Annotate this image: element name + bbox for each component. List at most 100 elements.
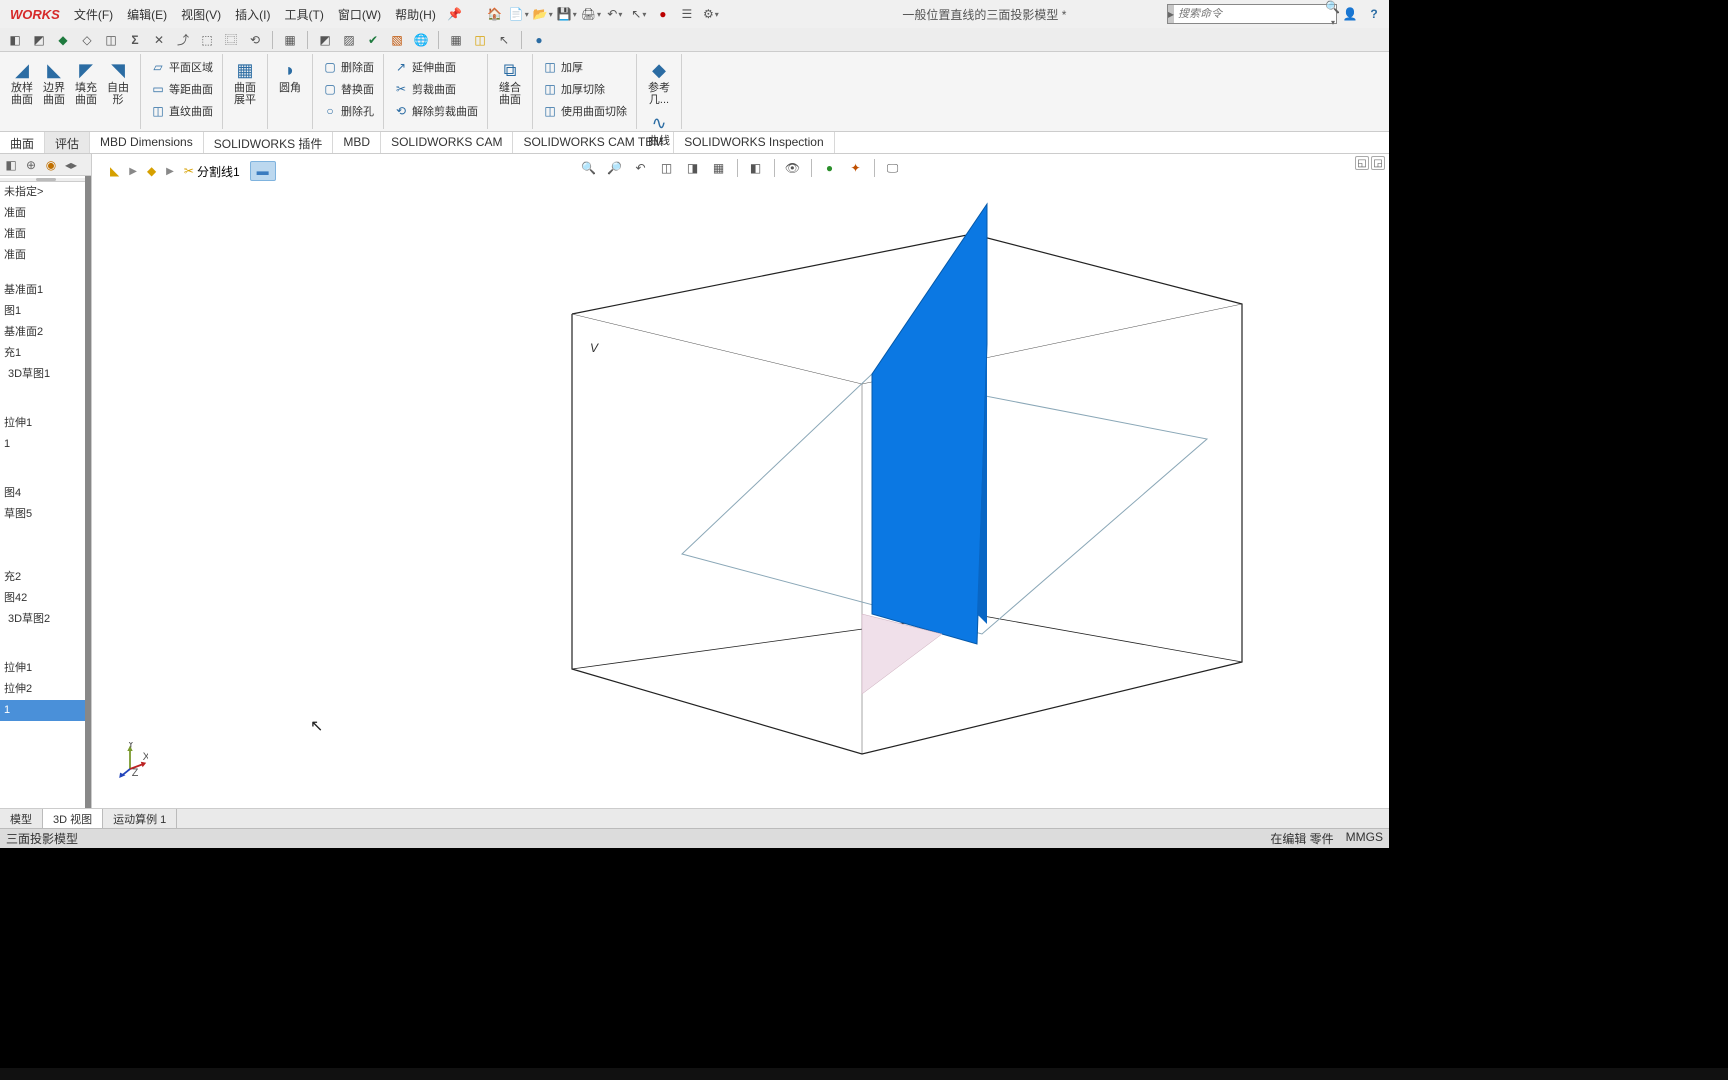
- section-view-icon[interactable]: ◫: [657, 158, 677, 178]
- new-icon[interactable]: 📄▾: [508, 3, 530, 25]
- extend-surface-button[interactable]: ↗延伸曲面: [390, 56, 481, 78]
- boundary-surface-button[interactable]: ◣边界曲面: [38, 56, 70, 108]
- tree-item[interactable]: 拉伸2: [0, 679, 91, 700]
- breadcrumb-seg[interactable]: ◆: [141, 162, 162, 180]
- menu-view[interactable]: 视图(V): [175, 2, 227, 27]
- tree-item[interactable]: 3D草图2: [0, 609, 91, 630]
- knit-surface-button[interactable]: ⧉缝合曲面: [494, 56, 526, 108]
- tab-sw-cam[interactable]: SOLIDWORKS CAM: [381, 132, 513, 153]
- reference-geometry-button[interactable]: ◆参考几...: [643, 56, 675, 108]
- tree-item[interactable]: 3D草图1: [0, 364, 91, 385]
- replace-face-button[interactable]: ▢替换面: [319, 78, 377, 100]
- qtb-icon-1[interactable]: ◧: [6, 31, 24, 49]
- qtb-icon-3[interactable]: ◆: [54, 31, 72, 49]
- selected-surface[interactable]: [872, 204, 987, 644]
- expand-right-icon[interactable]: ◲: [1371, 156, 1385, 170]
- qtb-icon-6[interactable]: ✕: [150, 31, 168, 49]
- display-style-icon[interactable]: ▦: [709, 158, 729, 178]
- feature-tree-list[interactable]: 未指定> 准面 准面 准面 基准面1 图1 基准面2 充1 3D草图1 拉伸1 …: [0, 176, 91, 808]
- viewport[interactable]: ◣ ▶ ◆ ▶ ✂分割线1 ▬ 🔍 🔎 ↶ ◫ ◨ ▦ ◧ 👁 ●: [92, 154, 1389, 808]
- ruled-surface-button[interactable]: ◫直纹曲面: [147, 100, 216, 122]
- tab-evaluate[interactable]: 评估: [45, 132, 90, 153]
- tree-item[interactable]: 充1: [0, 343, 91, 364]
- sigma-icon[interactable]: Σ: [126, 31, 144, 49]
- thicken-cut-button[interactable]: ◫加厚切除: [539, 78, 630, 100]
- undo-icon[interactable]: ↶▾: [604, 3, 626, 25]
- tree-tab-arrows-icon[interactable]: ◂▸: [62, 156, 80, 174]
- thicken-button[interactable]: ◫加厚: [539, 56, 630, 78]
- qtb-icon-13[interactable]: ▨: [340, 31, 358, 49]
- flatten-surface-button[interactable]: ▦曲面展平: [229, 56, 261, 108]
- tree-tab-crosshair-icon[interactable]: ⊕: [22, 156, 40, 174]
- tree-item-selected[interactable]: 1: [0, 700, 91, 721]
- tree-item[interactable]: 1: [0, 434, 91, 455]
- save-icon[interactable]: 💾▾: [556, 3, 578, 25]
- tab-surface[interactable]: 曲面: [0, 132, 45, 153]
- tree-tab-icon[interactable]: ◧: [2, 156, 20, 174]
- edit-appearance-icon[interactable]: ✦: [846, 158, 866, 178]
- tab-sw-addins[interactable]: SOLIDWORKS 插件: [204, 132, 334, 153]
- tab-mbd-dimensions[interactable]: MBD Dimensions: [90, 132, 204, 153]
- qtb-icon-14[interactable]: ▧: [388, 31, 406, 49]
- globe-icon[interactable]: 🌐: [412, 31, 430, 49]
- hide-show-icon[interactable]: ◧: [746, 158, 766, 178]
- settings-icon[interactable]: ⚙▾: [700, 3, 722, 25]
- tree-item[interactable]: 图1: [0, 301, 91, 322]
- tab-mbd[interactable]: MBD: [333, 132, 381, 153]
- qtb-icon-2[interactable]: ◩: [30, 31, 48, 49]
- home-icon[interactable]: 🏠: [484, 3, 506, 25]
- qtb-icon-10[interactable]: ⟲: [246, 31, 264, 49]
- qtb-icon-15[interactable]: ▦: [447, 31, 465, 49]
- cut-with-surface-button[interactable]: ◫使用曲面切除: [539, 100, 630, 122]
- tree-scrollbar[interactable]: [85, 176, 91, 808]
- bottom-tab-motion[interactable]: 运动算例 1: [103, 809, 177, 828]
- fillet-button[interactable]: ◗圆角: [274, 56, 306, 96]
- help-icon[interactable]: ?: [1363, 3, 1385, 25]
- apply-scene-icon[interactable]: ●: [820, 158, 840, 178]
- open-icon[interactable]: 📂▾: [532, 3, 554, 25]
- menu-file[interactable]: 文件(F): [68, 2, 119, 27]
- command-search-input[interactable]: [1174, 8, 1325, 20]
- offset-surface-button[interactable]: ▭等距曲面: [147, 78, 216, 100]
- view-orientation-icon[interactable]: ◨: [683, 158, 703, 178]
- select-icon[interactable]: ↖▾: [628, 3, 650, 25]
- delete-face-button[interactable]: ▢删除面: [319, 56, 377, 78]
- untrim-surface-button[interactable]: ⟲解除剪裁曲面: [390, 100, 481, 122]
- loft-surface-button[interactable]: ◢放样曲面: [6, 56, 38, 108]
- tree-item[interactable]: 草图5: [0, 504, 91, 525]
- check-icon[interactable]: ✔: [364, 31, 382, 49]
- tree-item[interactable]: 基准面2: [0, 322, 91, 343]
- options-icon[interactable]: ☰: [676, 3, 698, 25]
- breadcrumb-selection[interactable]: ▬: [250, 161, 276, 181]
- tree-item[interactable]: 图42: [0, 588, 91, 609]
- tree-item[interactable]: 准面: [0, 245, 91, 266]
- curves-button[interactable]: ∿曲线: [643, 109, 675, 149]
- search-icon[interactable]: 🔍▾: [1325, 0, 1340, 28]
- tree-item[interactable]: 基准面1: [0, 280, 91, 301]
- expand-left-icon[interactable]: ◱: [1355, 156, 1369, 170]
- sphere-icon[interactable]: ●: [530, 31, 548, 49]
- qtb-icon-8[interactable]: ⬚: [198, 31, 216, 49]
- fill-surface-button[interactable]: ◤填充曲面: [70, 56, 102, 108]
- qtb-icon-16[interactable]: ◫: [471, 31, 489, 49]
- tree-item[interactable]: 准面: [0, 203, 91, 224]
- menu-edit[interactable]: 编辑(E): [121, 2, 173, 27]
- bottom-tab-3dview[interactable]: 3D 视图: [43, 809, 103, 828]
- print-icon[interactable]: 🖨▾: [580, 3, 602, 25]
- breadcrumb-root[interactable]: ◣: [104, 162, 125, 180]
- user-icon[interactable]: 👤: [1339, 3, 1361, 25]
- tree-tab-eye-icon[interactable]: ◉: [42, 156, 60, 174]
- menu-help[interactable]: 帮助(H): [389, 2, 442, 27]
- tree-item[interactable]: 拉伸1: [0, 658, 91, 679]
- planar-region-button[interactable]: ▱平面区域: [147, 56, 216, 78]
- qtb-icon-12[interactable]: ◩: [316, 31, 334, 49]
- qtb-icon-4[interactable]: ◇: [78, 31, 96, 49]
- tree-item[interactable]: 准面: [0, 224, 91, 245]
- eye-icon[interactable]: 👁: [783, 158, 803, 178]
- qtb-icon-5[interactable]: ◫: [102, 31, 120, 49]
- tree-item[interactable]: 充2: [0, 567, 91, 588]
- freeform-button[interactable]: ◥自由形: [102, 56, 134, 108]
- trim-surface-button[interactable]: ✂剪裁曲面: [390, 78, 481, 100]
- qtb-icon-7[interactable]: ⤴: [174, 31, 192, 49]
- qtb-icon-9[interactable]: ⿴: [222, 31, 240, 49]
